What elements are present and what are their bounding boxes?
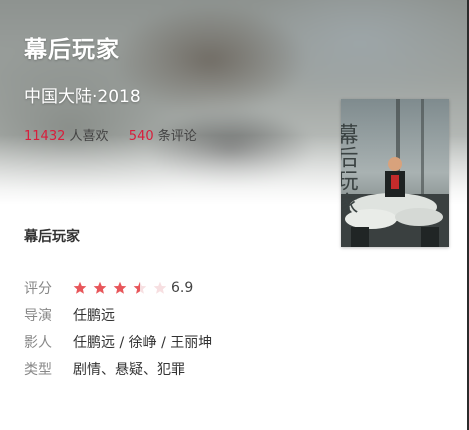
movie-subtitle: 幕后玩家 — [24, 229, 80, 245]
rating-label: 评分 — [24, 280, 52, 297]
star-icon — [113, 281, 127, 294]
movie-info: 评分 6.9 导演 任鹏远 影人 任鹏远 / 徐峥 / 王丽坤 类型 剧情、悬疑… — [24, 274, 212, 382]
poster-image: 幕后玩家 — [341, 99, 449, 247]
rating-row: 评分 6.9 — [24, 274, 212, 301]
likes-count: 11432 — [24, 129, 66, 144]
cast-row: 影人 任鹏远 / 徐峥 / 王丽坤 — [24, 328, 212, 355]
star-icon — [133, 281, 147, 294]
comments-label[interactable]: 条评论 — [158, 129, 197, 144]
genre-row: 类型 剧情、悬疑、犯罪 — [24, 355, 212, 382]
movie-region-year: 中国大陆·2018 — [24, 87, 141, 107]
cast-value[interactable]: 任鹏远 / 徐峥 / 王丽坤 — [73, 332, 212, 352]
star-icon — [73, 281, 87, 294]
likes-label: 人喜欢 — [69, 129, 109, 144]
star-icon — [153, 281, 167, 294]
comments-count[interactable]: 540 — [129, 129, 154, 144]
cast-label: 影人 — [24, 334, 52, 351]
genre-value: 剧情、悬疑、犯罪 — [73, 361, 185, 378]
director-label: 导演 — [24, 307, 52, 324]
movie-poster[interactable]: 幕后玩家 — [341, 99, 449, 247]
rating-value: 6.9 — [171, 279, 194, 296]
rating-stars — [73, 281, 173, 295]
director-value[interactable]: 任鹏远 — [73, 305, 115, 325]
director-row: 导演 任鹏远 — [24, 301, 212, 328]
movie-title: 幕后玩家 — [24, 37, 120, 63]
movie-stats: 11432 人喜欢 540 条评论 — [24, 125, 197, 144]
poster-art-text: 幕后玩家 — [341, 123, 359, 215]
genre-label: 类型 — [24, 361, 52, 378]
star-icon — [93, 281, 107, 294]
